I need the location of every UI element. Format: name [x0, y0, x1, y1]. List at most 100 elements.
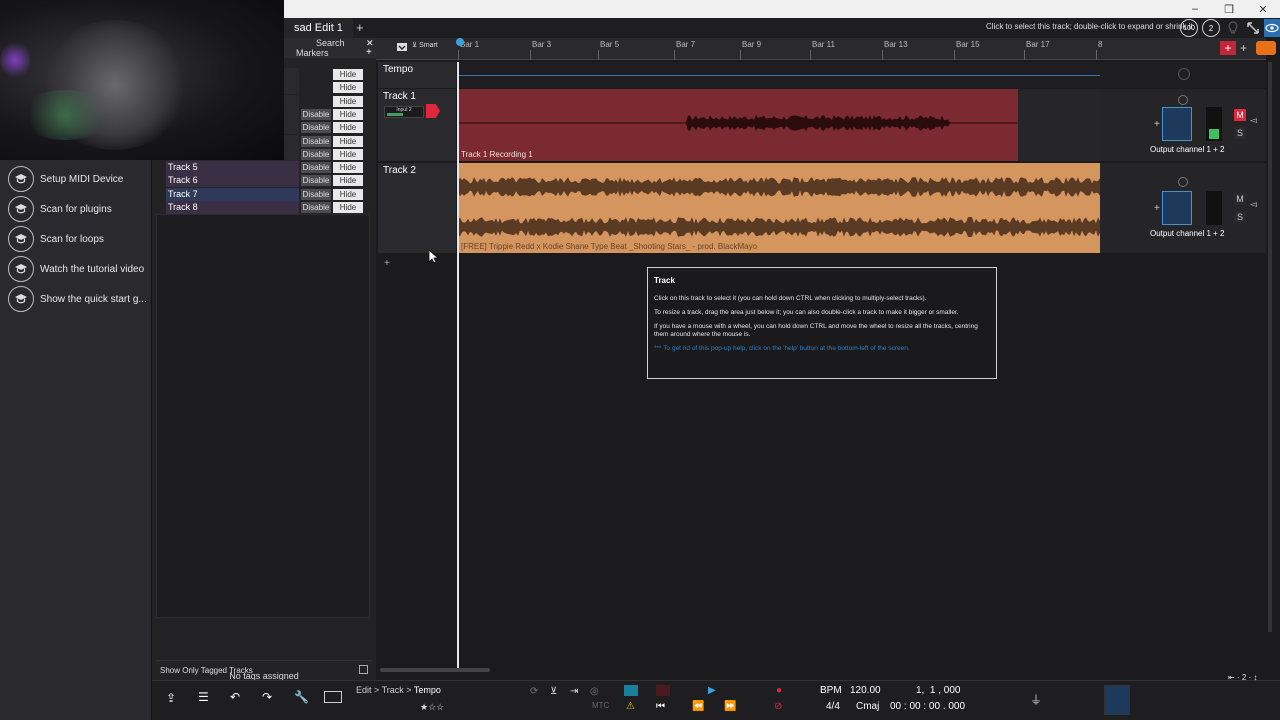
breadcrumb-item[interactable]: Edit	[356, 685, 372, 695]
rewind-button[interactable]: ⏪	[692, 701, 704, 712]
speaker-icon[interactable]: ◅	[1250, 199, 1257, 210]
bpm-value[interactable]: 120.00	[850, 685, 881, 696]
punch-icon[interactable]: ⇥	[570, 686, 578, 697]
input-selector[interactable]: Input 2	[384, 106, 424, 118]
maximize-icon[interactable]: ❐	[1212, 0, 1246, 18]
add-folder-icon[interactable]: +	[1240, 41, 1252, 55]
menu-icon[interactable]: ☰	[198, 690, 209, 704]
track-2-clip[interactable]: [FREE] Trippie Redd x Kodie Shane Type B…	[458, 163, 1100, 253]
minimize-icon[interactable]: –	[1178, 0, 1212, 18]
breadcrumb-item[interactable]: Track	[382, 685, 404, 695]
load-gauge[interactable]: 2	[1202, 19, 1220, 37]
plugin-slot[interactable]	[1162, 191, 1192, 225]
hide-button[interactable]: Hide	[333, 135, 363, 147]
hide-button[interactable]: Hide	[333, 175, 363, 187]
sidebar-item[interactable]: Watch the tutorial video	[8, 256, 144, 282]
eye-icon[interactable]	[1264, 19, 1280, 37]
solo-button[interactable]: S	[1234, 127, 1246, 139]
record-options-icon[interactable]	[1256, 41, 1276, 55]
playhead-handle[interactable]	[456, 38, 464, 46]
fast-forward-button[interactable]: ⏩	[724, 701, 736, 712]
tag-row[interactable]: Track 7 Disable Hide	[152, 187, 376, 201]
add-track-button[interactable]: +	[1220, 41, 1236, 55]
track-2-header[interactable]: Track 2	[378, 163, 456, 253]
hide-button[interactable]: Hide	[333, 69, 363, 80]
tag-row[interactable]: Track 5 Disable Hide	[152, 161, 376, 175]
click-icon[interactable]: ◎	[590, 686, 599, 697]
auto-record-icon[interactable]	[656, 685, 670, 696]
plug-icon[interactable]: ⏚	[1030, 691, 1042, 708]
add-plugin-icon[interactable]: +	[1154, 119, 1160, 130]
add-track-icon[interactable]: +	[384, 258, 390, 269]
plugin-slot[interactable]	[1162, 107, 1192, 141]
show-only-tagged-toggle[interactable]: Show Only Tagged Tracks	[156, 660, 372, 680]
tag-row[interactable]: Track 6 Disable Hide	[152, 174, 376, 188]
hide-button[interactable]: Hide	[333, 148, 363, 160]
pan-knob-icon[interactable]	[1178, 177, 1188, 187]
output-label[interactable]: Output channel 1 + 2	[1150, 229, 1225, 238]
time-signature[interactable]: 4/4	[826, 701, 840, 712]
keyboard-icon[interactable]	[324, 691, 342, 703]
star-rating-icon[interactable]: ★☆☆	[420, 702, 444, 713]
timeline-ruler[interactable]: ⊻ Smart Bar 1 Bar 3 Bar 5 Bar 7 Bar 9 Bar 11 B…	[376, 38, 1266, 60]
solo-button[interactable]: S	[1234, 211, 1246, 223]
search-label[interactable]: Search	[316, 38, 345, 48]
magnet-icon[interactable]: ⊻	[550, 686, 557, 697]
mute-button[interactable]: M	[1234, 109, 1246, 121]
lightbulb-icon[interactable]	[1226, 21, 1240, 35]
warning-icon[interactable]: ⚠	[626, 701, 635, 712]
rewind-to-start-button[interactable]: ⏮	[656, 701, 665, 712]
play-button[interactable]: ▶	[708, 685, 716, 696]
smart-tool[interactable]: ⊻ Smart	[412, 41, 438, 49]
disable-button[interactable]: Disable	[301, 122, 331, 134]
bars-position[interactable]: 1, 1 , 000	[916, 685, 960, 696]
hide-button[interactable]: Hide	[333, 202, 363, 213]
fullscreen-icon[interactable]	[1246, 21, 1260, 35]
speaker-icon[interactable]: ◅	[1250, 115, 1257, 126]
add-tab-button[interactable]: +	[356, 20, 364, 35]
snap-icon[interactable]	[396, 42, 410, 52]
key-value[interactable]: Cmaj	[856, 701, 879, 712]
sync-icon[interactable]	[624, 685, 638, 696]
tab-edit[interactable]: sad Edit 1	[284, 18, 353, 38]
output-label[interactable]: Output channel 1 + 2	[1150, 145, 1225, 154]
pan-knob-icon[interactable]	[1178, 95, 1188, 105]
zoom-controls[interactable]: ⇤ · 2 · ↕	[1228, 673, 1257, 682]
hide-button[interactable]: Hide	[333, 108, 363, 120]
time-position[interactable]: 00 : 00 : 00 . 000	[890, 701, 965, 712]
disable-button[interactable]: Disable	[301, 135, 331, 147]
export-icon[interactable]: ⇪	[166, 691, 176, 705]
track-1-empty[interactable]	[1018, 89, 1100, 161]
sidebar-item[interactable]: Scan for loops	[8, 226, 104, 252]
horizontal-scrollbar[interactable]	[380, 668, 490, 672]
track-1-clip[interactable]: Track 1 Recording 1	[458, 89, 1018, 161]
add-plugin-icon[interactable]: +	[1154, 203, 1160, 214]
disable-button[interactable]: Disable	[301, 175, 331, 187]
disable-button[interactable]: Disable	[301, 108, 331, 120]
sidebar-item[interactable]: Show the quick start g...	[8, 286, 147, 312]
stop-icon[interactable]: ⊘	[774, 701, 782, 712]
vertical-scrollbar[interactable]	[1268, 62, 1272, 632]
disable-button[interactable]: Disable	[301, 188, 331, 200]
record-arm-button[interactable]	[426, 104, 440, 118]
tempo-lane[interactable]	[458, 62, 1100, 88]
hide-button[interactable]: Hide	[333, 95, 363, 107]
record-button[interactable]: ●	[776, 685, 782, 696]
hide-button[interactable]: Hide	[333, 122, 363, 134]
breadcrumb-item[interactable]: Tempo	[414, 685, 441, 695]
disable-button[interactable]: Disable	[301, 148, 331, 160]
sidebar-item[interactable]: Scan for plugins	[8, 196, 112, 222]
undo-icon[interactable]: ↶	[230, 690, 240, 704]
tag-row[interactable]: Track 8 Disable Hide	[152, 201, 376, 214]
cpu-gauge[interactable]: 100	[1180, 19, 1198, 37]
redo-icon[interactable]: ↷	[262, 690, 272, 704]
add-marker-button[interactable]: +	[366, 47, 372, 58]
loop-icon[interactable]: ⟳	[530, 686, 538, 697]
hide-button[interactable]: Hide	[333, 188, 363, 200]
markers-label[interactable]: Markers	[296, 48, 329, 58]
hide-button[interactable]: Hide	[333, 82, 363, 94]
tempo-track-header[interactable]: Tempo	[378, 62, 456, 88]
disable-button[interactable]: Disable	[301, 162, 331, 174]
sidebar-item[interactable]: Setup MIDI Device	[8, 166, 123, 192]
close-icon[interactable]: ✕	[1246, 0, 1280, 18]
